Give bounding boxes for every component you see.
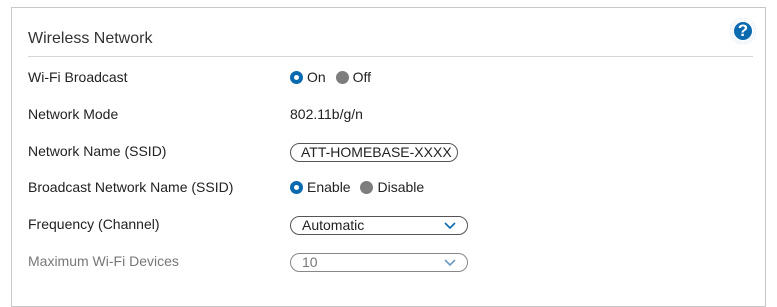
chevron-down-icon: [444, 259, 456, 267]
broadcast-ssid-enable-label: Enable: [307, 179, 351, 195]
section-title: Wireless Network: [28, 30, 153, 47]
network-mode-value: 802.11b/g/n: [290, 106, 363, 122]
broadcast-ssid-options: Enable Disable: [290, 179, 430, 195]
row-ssid: Network Name (SSID) ATT-HOMEBASE-XXXX: [28, 139, 765, 163]
row-network-mode: Network Mode 802.11b/g/n: [28, 102, 765, 126]
wifi-broadcast-off-label: Off: [352, 69, 371, 85]
radio-selected-icon: [290, 181, 303, 194]
broadcast-ssid-enable-radio[interactable]: Enable: [290, 179, 351, 195]
wireless-network-panel: Wireless Network ? Wi-Fi Broadcast On Of…: [11, 7, 766, 307]
network-mode-label: Network Mode: [28, 106, 119, 122]
ssid-input[interactable]: ATT-HOMEBASE-XXXX: [290, 143, 458, 162]
ssid-label: Network Name (SSID): [28, 143, 167, 159]
chevron-down-icon: [444, 222, 456, 230]
broadcast-ssid-disable-radio[interactable]: Disable: [360, 179, 424, 195]
max-devices-select[interactable]: 10: [290, 253, 468, 272]
wifi-broadcast-label: Wi-Fi Broadcast: [28, 69, 128, 85]
row-wifi-broadcast: Wi-Fi Broadcast On Off: [28, 65, 765, 89]
broadcast-ssid-disable-label: Disable: [377, 179, 425, 195]
frequency-select[interactable]: Automatic: [290, 216, 468, 235]
row-broadcast-ssid: Broadcast Network Name (SSID) Enable Dis…: [28, 175, 765, 199]
help-icon[interactable]: ?: [730, 18, 756, 44]
broadcast-ssid-label: Broadcast Network Name (SSID): [28, 179, 234, 195]
max-devices-select-value: 10: [302, 254, 318, 270]
wifi-broadcast-off-radio[interactable]: Off: [335, 69, 371, 85]
wifi-broadcast-options: On Off: [290, 69, 377, 85]
wifi-broadcast-on-radio[interactable]: On: [290, 69, 326, 85]
max-devices-label: Maximum Wi-Fi Devices: [28, 253, 179, 269]
frequency-label: Frequency (Channel): [28, 216, 160, 232]
radio-selected-icon: [290, 71, 303, 84]
row-max-devices: Maximum Wi-Fi Devices 10: [28, 249, 765, 273]
row-frequency: Frequency (Channel) Automatic: [28, 212, 765, 236]
radio-unselected-icon: [360, 181, 374, 194]
radio-unselected-icon: [335, 71, 349, 84]
frequency-select-value: Automatic: [302, 217, 365, 233]
wifi-broadcast-on-label: On: [307, 69, 326, 85]
title-divider: [28, 56, 753, 57]
